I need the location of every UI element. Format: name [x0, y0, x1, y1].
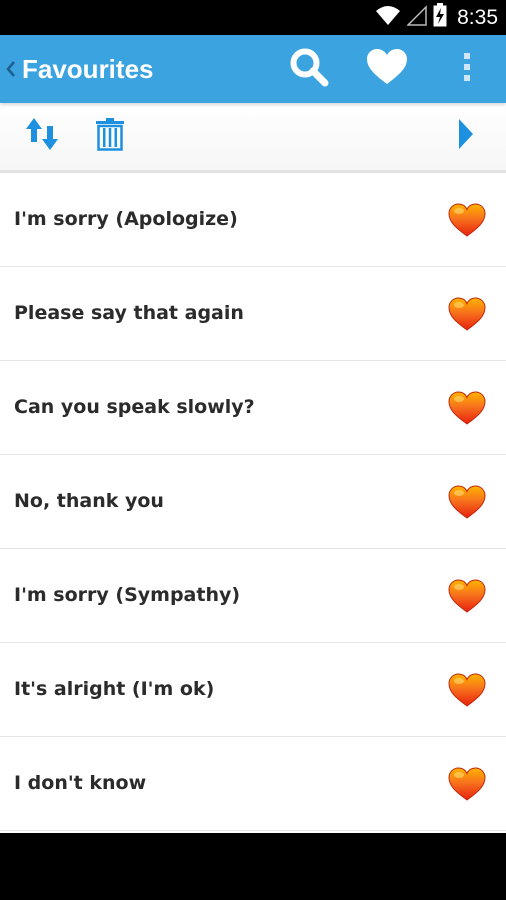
- page-title: Favourites: [22, 53, 154, 84]
- phrase-label: No, thank you: [14, 490, 164, 512]
- phrase-label: I'm sorry (Apologize): [14, 208, 238, 230]
- heart-icon: [365, 48, 409, 91]
- favourite-heart-icon[interactable]: [448, 673, 486, 707]
- up-navigation-button[interactable]: Favourites: [0, 35, 154, 103]
- battery-charging-icon: [433, 3, 447, 32]
- list-item[interactable]: I'm sorry (Sympathy): [0, 549, 506, 643]
- phrase-label: I'm sorry (Sympathy): [14, 584, 241, 606]
- favourite-heart-icon[interactable]: [448, 203, 486, 237]
- status-icons: 8:35: [375, 0, 498, 35]
- search-button[interactable]: [284, 35, 334, 103]
- list-item[interactable]: I don't know: [0, 737, 506, 831]
- list-item[interactable]: I'm sorry (Apologize): [0, 173, 506, 267]
- app-screen: 8:35 Favourites I'm sorry (Apologize) Pl…: [0, 0, 506, 900]
- list-item[interactable]: Can you speak slowly?: [0, 361, 506, 455]
- play-next-button[interactable]: [452, 103, 480, 170]
- favourite-heart-icon[interactable]: [448, 297, 486, 331]
- favourites-toolbar: [0, 103, 506, 173]
- wifi-icon: [375, 4, 401, 31]
- favourite-heart-icon[interactable]: [448, 579, 486, 613]
- cell-signal-icon: [406, 4, 427, 31]
- phrase-label: Please say that again: [14, 302, 244, 324]
- list-item[interactable]: Please say that again: [0, 267, 506, 361]
- delete-button[interactable]: [92, 103, 128, 170]
- action-bar: Favourites: [0, 35, 506, 103]
- trash-icon: [95, 117, 125, 156]
- favourites-list: I'm sorry (Apologize) Please say that ag…: [0, 173, 506, 833]
- status-bar: 8:35: [0, 0, 506, 35]
- favourite-heart-icon[interactable]: [448, 391, 486, 425]
- sort-button[interactable]: [20, 103, 64, 170]
- phrase-label: Can you speak slowly?: [14, 396, 255, 418]
- favourite-heart-icon[interactable]: [448, 485, 486, 519]
- phrase-label: It's alright (I'm ok): [14, 678, 215, 700]
- chevron-left-icon: [6, 59, 18, 79]
- search-icon: [288, 46, 330, 93]
- list-item[interactable]: It's alright (I'm ok): [0, 643, 506, 737]
- overflow-menu-button[interactable]: [452, 35, 482, 103]
- favourites-button[interactable]: [361, 35, 413, 103]
- sort-icon: [24, 116, 60, 157]
- favourite-heart-icon[interactable]: [448, 767, 486, 801]
- phrase-label: I don't know: [14, 772, 147, 794]
- list-item[interactable]: No, thank you: [0, 455, 506, 549]
- status-clock: 8:35: [457, 5, 498, 29]
- overflow-menu-icon: [462, 52, 472, 87]
- navigation-bar: [0, 833, 506, 900]
- play-next-icon: [458, 118, 474, 155]
